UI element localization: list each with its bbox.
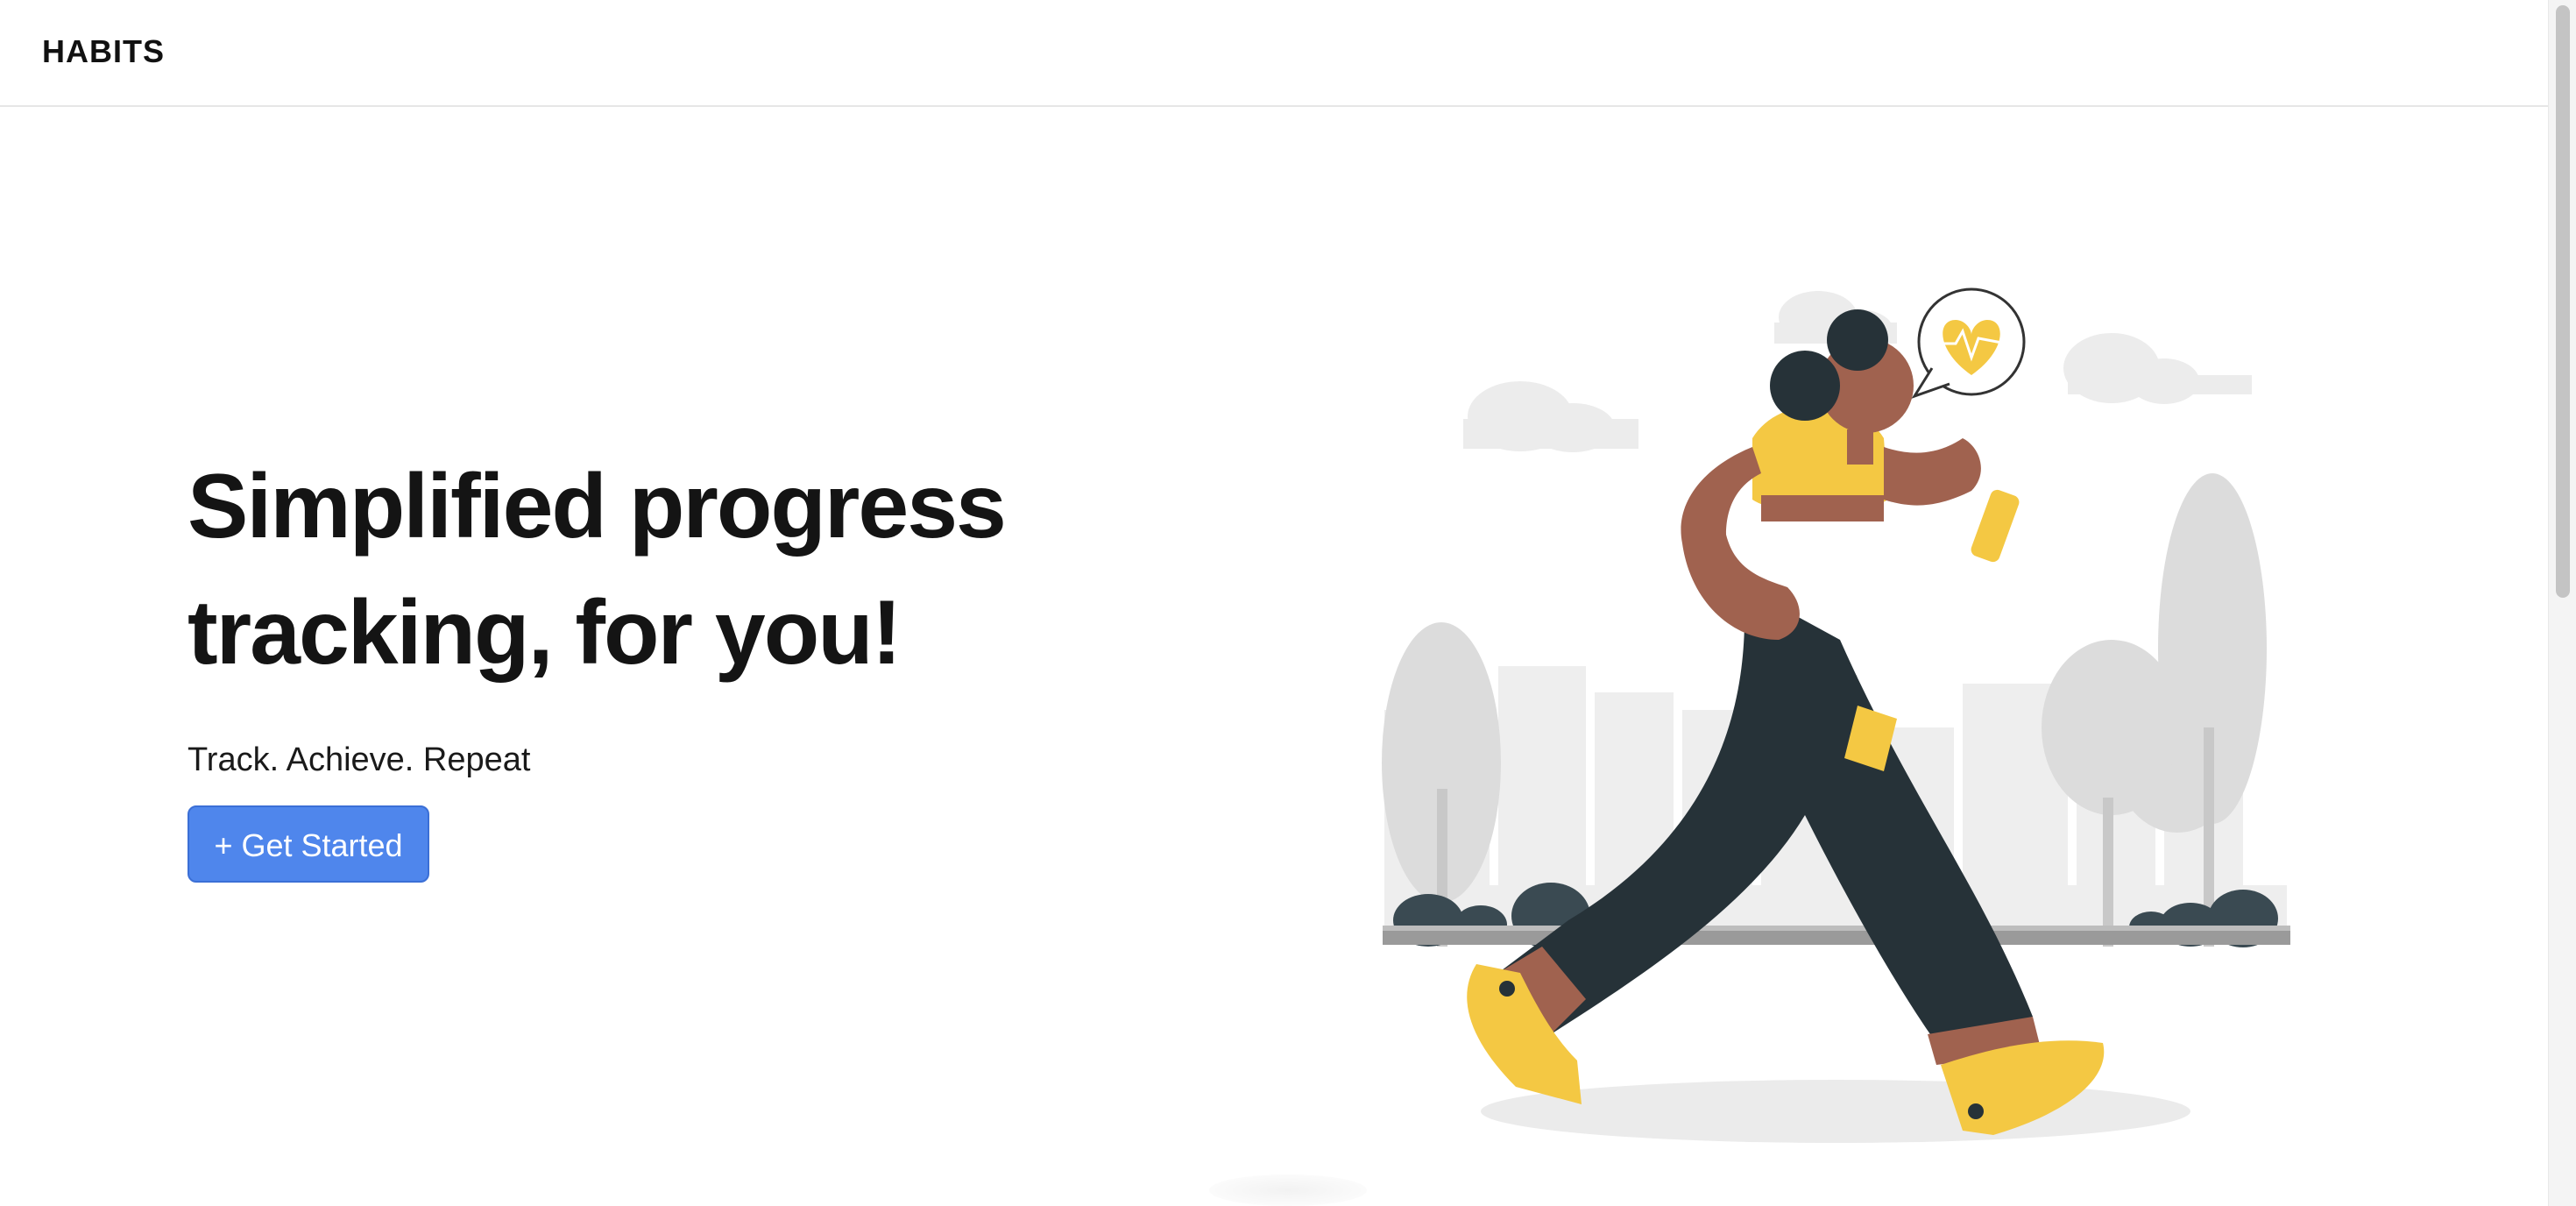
hero-title-line-2: tracking, for you! <box>188 582 902 684</box>
scrollbar-thumb[interactable] <box>2556 5 2570 598</box>
hero-title-line-1: Simplified progress <box>188 456 1007 557</box>
brand-logo[interactable]: HABITS <box>42 33 165 70</box>
navbar: HABITS <box>0 0 2548 107</box>
hero-title: Simplified progress tracking, for you! <box>188 443 1151 696</box>
scrollbar[interactable] <box>2548 0 2576 1206</box>
sidewalk <box>1383 926 2290 945</box>
bottom-shadow <box>1209 1174 1367 1206</box>
page: HABITS Simplified progress tracking, for… <box>0 0 2576 1206</box>
hero-section: Simplified progress tracking, for you! T… <box>188 443 1151 883</box>
speech-bubble <box>1911 287 2026 399</box>
hero-subtitle: Track. Achieve. Repeat <box>188 741 531 778</box>
woman-walking-icon <box>1382 287 2290 1143</box>
get-started-button[interactable]: + Get Started <box>188 805 429 883</box>
